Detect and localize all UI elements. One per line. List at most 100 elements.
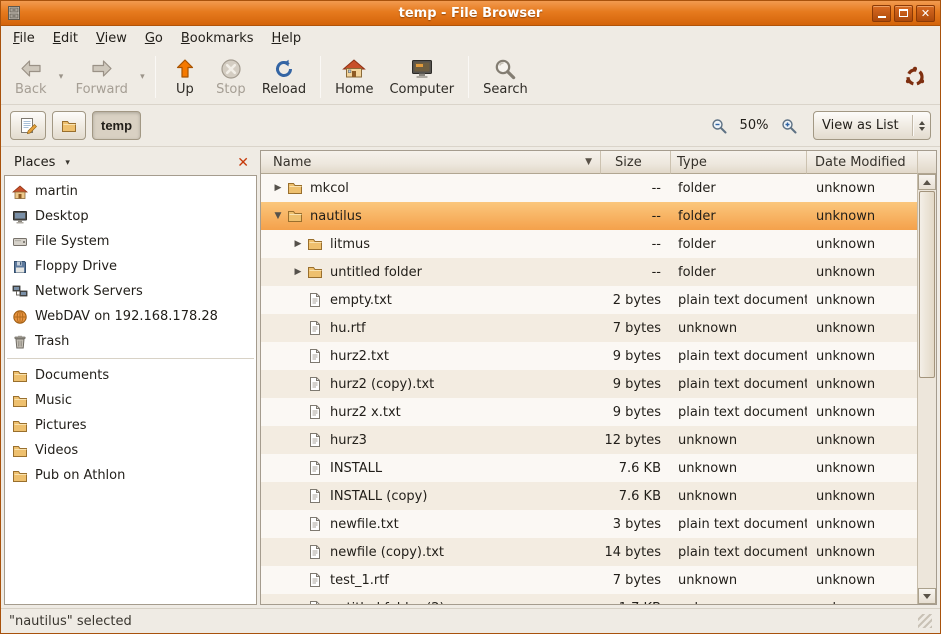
- menu-help[interactable]: Help: [264, 28, 310, 49]
- up-button[interactable]: Up: [162, 53, 208, 102]
- zoom-out-button[interactable]: [708, 115, 730, 137]
- file-row-install-copy[interactable]: INSTALL (copy)7.6 KBunknownunknown: [261, 482, 917, 510]
- expander-collapsed-icon[interactable]: ▶: [289, 267, 307, 277]
- place-trash[interactable]: Trash: [5, 329, 256, 354]
- place-webdav-on-192-168-178-28[interactable]: WebDAV on 192.168.178.28: [5, 304, 256, 329]
- cell-type: plain text document: [671, 377, 807, 392]
- cell-type: plain text document: [671, 545, 807, 560]
- cell-size: 7.6 KB: [601, 489, 671, 504]
- toolbar-button-label: Stop: [216, 82, 246, 97]
- column-header-type[interactable]: Type: [671, 151, 807, 174]
- cell-date-modified: unknown: [807, 265, 917, 280]
- reload-button[interactable]: Reload: [254, 53, 314, 102]
- expander-expanded-icon[interactable]: ▼: [269, 211, 287, 221]
- menu-file[interactable]: File: [5, 28, 43, 49]
- cell-type: plain text document: [671, 405, 807, 420]
- file-row-untitled-folder-2[interactable]: untitled folder (2)1.7 KBunknownunknown: [261, 594, 917, 604]
- file-icon: [307, 600, 323, 604]
- scroll-up-button[interactable]: [918, 174, 936, 190]
- file-icon: [307, 404, 323, 420]
- place-videos[interactable]: Videos: [5, 438, 256, 463]
- up-icon: [173, 57, 197, 81]
- cell-date-modified: unknown: [807, 433, 917, 448]
- menu-view[interactable]: View: [88, 28, 135, 49]
- file-name: test_1.rtf: [330, 573, 389, 588]
- close-side-pane-button[interactable]: ✕: [233, 156, 253, 170]
- chevron-down-icon: ▾: [65, 158, 70, 168]
- column-header-date-modified[interactable]: Date Modified: [807, 151, 917, 174]
- search-icon: [493, 57, 517, 81]
- file-icon: [307, 348, 323, 364]
- edit-location-button[interactable]: [10, 111, 46, 140]
- expander-collapsed-icon[interactable]: ▶: [269, 183, 287, 193]
- cell-date-modified: unknown: [807, 181, 917, 196]
- back-history-dropdown[interactable]: ▾: [55, 53, 68, 102]
- place-music[interactable]: Music: [5, 388, 256, 413]
- maximize-button[interactable]: [894, 5, 913, 22]
- scrollbar-trough[interactable]: [918, 190, 936, 588]
- cell-name: ▶litmus: [261, 236, 601, 252]
- expander-collapsed-icon[interactable]: ▶: [289, 239, 307, 249]
- toolbar-button-label: Home: [335, 82, 373, 97]
- file-row-install[interactable]: INSTALL7.6 KBunknownunknown: [261, 454, 917, 482]
- computer-button[interactable]: Computer: [381, 53, 462, 102]
- place-martin[interactable]: martin: [5, 179, 256, 204]
- vertical-scrollbar[interactable]: [917, 174, 936, 604]
- place-pictures[interactable]: Pictures: [5, 413, 256, 438]
- place-pub-on-athlon[interactable]: Pub on Athlon: [5, 463, 256, 488]
- file-row-hurz2-copy-txt[interactable]: hurz2 (copy).txt9 bytesplain text docume…: [261, 370, 917, 398]
- computer-icon: [410, 57, 434, 81]
- place-desktop[interactable]: Desktop: [5, 204, 256, 229]
- place-file-system[interactable]: File System: [5, 229, 256, 254]
- file-row-test-1-rtf[interactable]: test_1.rtf7 bytesunknownunknown: [261, 566, 917, 594]
- column-header-label: Size: [615, 155, 642, 170]
- place-network-servers[interactable]: Network Servers: [5, 279, 256, 304]
- file-row-hu-rtf[interactable]: hu.rtf7 bytesunknownunknown: [261, 314, 917, 342]
- folder-icon: [307, 264, 323, 280]
- file-row-litmus[interactable]: ▶litmus--folderunknown: [261, 230, 917, 258]
- resize-grip[interactable]: [918, 614, 932, 628]
- file-row-untitled-folder[interactable]: ▶untitled folder--folderunknown: [261, 258, 917, 286]
- root-folder-button[interactable]: [52, 111, 86, 140]
- statusbar: "nautilus" selected: [1, 608, 940, 633]
- file-row-hurz3[interactable]: hurz312 bytesunknownunknown: [261, 426, 917, 454]
- search-button[interactable]: Search: [475, 53, 536, 102]
- file-row-empty-txt[interactable]: empty.txt2 bytesplain text documentunkno…: [261, 286, 917, 314]
- cell-name: INSTALL: [261, 460, 601, 476]
- forward-history-dropdown[interactable]: ▾: [136, 53, 149, 102]
- scrollbar-thumb[interactable]: [919, 191, 935, 378]
- file-row-mkcol[interactable]: ▶mkcol--folderunknown: [261, 174, 917, 202]
- toolbar-button-label: Reload: [262, 82, 306, 97]
- place-floppy-drive[interactable]: Floppy Drive: [5, 254, 256, 279]
- column-header-name[interactable]: Name▼: [261, 151, 601, 174]
- cell-size: 9 bytes: [601, 377, 671, 392]
- file-icon: [307, 516, 323, 532]
- column-header-size[interactable]: Size: [601, 151, 671, 174]
- home-button[interactable]: Home: [327, 53, 381, 102]
- file-row-newfile-copy-txt[interactable]: newfile (copy).txt14 bytesplain text doc…: [261, 538, 917, 566]
- menu-bookmarks[interactable]: Bookmarks: [173, 28, 262, 49]
- menu-go[interactable]: Go: [137, 28, 171, 49]
- file-row-hurz2-txt[interactable]: hurz2.txt9 bytesplain text documentunkno…: [261, 342, 917, 370]
- file-row-nautilus[interactable]: ▼nautilus--folderunknown: [261, 202, 917, 230]
- folder-icon: [12, 368, 28, 384]
- zoom-in-button[interactable]: [778, 115, 800, 137]
- scroll-down-button[interactable]: [918, 588, 936, 604]
- titlebar[interactable]: temp - File Browser ✕: [1, 1, 940, 26]
- side-pane-header: Places ▾ ✕: [4, 150, 257, 175]
- file-icon: [307, 572, 323, 588]
- current-folder-button[interactable]: temp: [92, 111, 141, 140]
- cell-size: --: [601, 209, 671, 224]
- reload-icon: [272, 57, 296, 81]
- place-label: Music: [35, 393, 72, 408]
- folder-icon: [12, 418, 28, 434]
- file-row-hurz2-x-txt[interactable]: hurz2 x.txt9 bytesplain text documentunk…: [261, 398, 917, 426]
- minimize-button[interactable]: [872, 5, 891, 22]
- place-documents[interactable]: Documents: [5, 363, 256, 388]
- menu-edit[interactable]: Edit: [45, 28, 86, 49]
- view-as-combobox[interactable]: View as List: [813, 111, 931, 140]
- close-button[interactable]: ✕: [916, 5, 935, 22]
- side-pane-selector[interactable]: Places ▾: [6, 153, 78, 172]
- place-label: Pictures: [35, 418, 86, 433]
- file-row-newfile-txt[interactable]: newfile.txt3 bytesplain text documentunk…: [261, 510, 917, 538]
